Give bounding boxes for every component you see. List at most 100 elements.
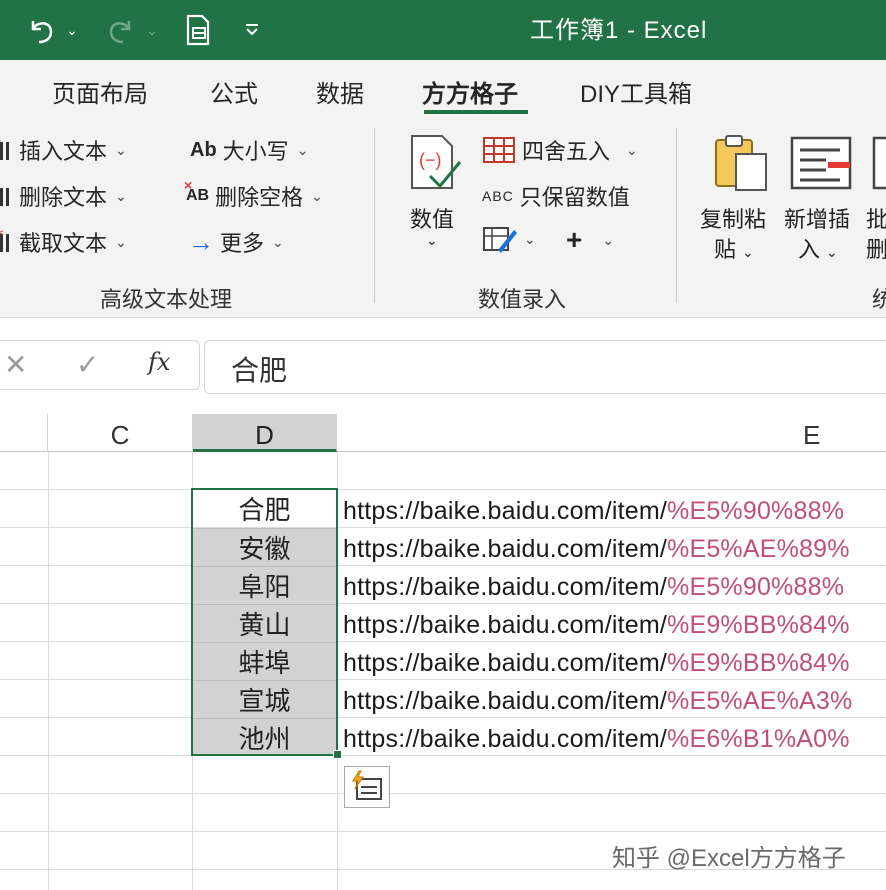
flash-fill-icon	[352, 770, 382, 800]
cell-e-3[interactable]: https://baike.baidu.com/item/%E5%90%88%	[343, 566, 886, 604]
chevron-down-icon: ⌄	[826, 244, 838, 260]
tab-formulas[interactable]: 公式	[210, 74, 258, 109]
keep-values-label: 只保留数值	[519, 185, 630, 210]
group-label-partial: 统	[872, 287, 886, 312]
chevron-down-icon: ⌄	[296, 141, 309, 158]
more-label: 更多	[220, 231, 265, 256]
insert-new-label-2: 入 ⌄	[798, 232, 838, 264]
url-encoded: %E9%BB%84%	[667, 611, 850, 639]
insert-new-label-line2: 入	[798, 237, 821, 262]
batch-label-2: 删	[866, 237, 886, 262]
case-icon: Ab	[190, 138, 217, 161]
insert-new-button[interactable]: 新增插 入 ⌄	[782, 132, 862, 282]
keep-values-button[interactable]: ABC 只保留数值	[482, 180, 630, 212]
chevron-down-icon: ⌄	[426, 232, 438, 248]
batch-button[interactable]: 批 删	[866, 132, 886, 282]
insert-rows-icon	[790, 136, 852, 190]
insert-text-icon: +	[0, 134, 9, 160]
chevron-down-icon: ⌄	[272, 233, 284, 250]
copy-paste-button[interactable]: 复制粘 贴 ⌄	[700, 132, 780, 282]
cell-e-5[interactable]: https://baike.baidu.com/item/%E9%BB%84%	[343, 642, 886, 680]
tab-data[interactable]: 数据	[316, 74, 364, 109]
undo-dropdown-icon[interactable]: ⌄	[64, 0, 80, 60]
chevron-down-icon: ⌄	[626, 141, 638, 158]
cell-e-7[interactable]: https://baike.baidu.com/item/%E6%B1%A0%	[343, 718, 886, 756]
copy-paste-label: 复制粘	[700, 207, 767, 232]
value-button[interactable]: (−) 数值 ⌄	[406, 132, 466, 262]
grid-red-icon	[483, 137, 515, 163]
cell-e-2[interactable]: https://baike.baidu.com/item/%E5%AE%89%	[343, 528, 886, 566]
redo-icon[interactable]	[104, 0, 140, 60]
url-encoded: %E5%AE%89%	[667, 535, 850, 563]
gridline	[0, 831, 886, 832]
svg-text:(−): (−)	[419, 150, 442, 170]
copy-paste-label-2: 贴 ⌄	[714, 232, 754, 264]
flash-fill-options-button[interactable]	[344, 766, 390, 808]
title-bar: ⌄ ⌄ 工作簿1 - Excel	[0, 0, 886, 60]
enter-icon[interactable]: ✓	[76, 348, 99, 381]
column-header-d[interactable]: D	[193, 414, 337, 452]
formula-input[interactable]: 合肥	[204, 340, 886, 394]
round-button[interactable]: 四舍五入 ⌄	[482, 134, 638, 166]
add-button[interactable]: + ⌄	[566, 224, 614, 256]
chevron-down-icon: ⌄	[115, 141, 127, 158]
insert-text-button[interactable]: + 插入文本 ⌄	[0, 134, 127, 166]
cell-e-6[interactable]: https://baike.baidu.com/item/%E5%AE%A3%	[343, 680, 886, 718]
customize-qat-icon[interactable]	[240, 0, 264, 60]
arrow-right-icon: →	[188, 226, 214, 257]
url-prefix: https://baike.baidu.com/item/	[343, 725, 668, 753]
plus-icon: +	[566, 224, 583, 255]
copy-paste-label-line2: 贴	[714, 237, 737, 262]
delete-space-button[interactable]: × AB 删除空格 ⌄	[184, 177, 323, 212]
delete-text-label: 删除文本	[19, 185, 108, 210]
undo-icon[interactable]	[22, 0, 58, 60]
gridline	[0, 793, 886, 794]
extract-text-icon: ✂	[0, 226, 9, 252]
url-prefix: https://baike.baidu.com/item/	[343, 573, 668, 601]
fill-handle[interactable]	[333, 750, 342, 759]
url-encoded: %E5%90%88%	[667, 497, 845, 525]
more-button[interactable]: → 更多 ⌄	[188, 226, 284, 258]
tab-fangfange[interactable]: 方方格子	[422, 74, 518, 109]
tab-diy-toolbox[interactable]: DIY工具箱	[580, 74, 692, 109]
cell-e-1[interactable]: https://baike.baidu.com/item/%E5%90%88%	[343, 490, 886, 528]
insert-new-label: 新增插	[784, 207, 851, 232]
delete-text-icon: ×	[0, 180, 9, 206]
table-edit-icon	[483, 227, 517, 253]
gridline	[48, 452, 49, 890]
case-label: 大小写	[222, 139, 289, 164]
chevron-down-icon: ⌄	[742, 244, 754, 260]
url-prefix: https://baike.baidu.com/item/	[343, 535, 668, 563]
url-encoded: %E6%B1%A0%	[667, 725, 850, 753]
batch-icon	[872, 136, 886, 190]
edit-table-button[interactable]: ⌄	[482, 224, 536, 254]
column-header-b-partial[interactable]	[0, 414, 48, 452]
abc-icon: ABC	[482, 188, 514, 204]
column-header-c[interactable]: C	[48, 414, 193, 452]
round-label: 四舍五入	[522, 139, 611, 164]
delete-text-button[interactable]: × 删除文本 ⌄	[0, 180, 127, 212]
extract-text-button[interactable]: ✂ 截取文本 ⌄	[0, 226, 127, 258]
url-encoded: %E5%90%88%	[667, 573, 845, 601]
print-preview-icon[interactable]	[180, 0, 216, 60]
insert-function-icon[interactable]: fx	[148, 348, 170, 376]
url-prefix: https://baike.baidu.com/item/	[343, 497, 668, 525]
cell-e-4[interactable]: https://baike.baidu.com/item/%E9%BB%84%	[343, 604, 886, 642]
insert-text-label: 插入文本	[19, 139, 108, 164]
delete-space-label: 删除空格	[215, 185, 304, 210]
url-prefix: https://baike.baidu.com/item/	[343, 611, 668, 639]
group-divider	[374, 128, 375, 303]
value-icon: (−)	[411, 135, 462, 189]
column-header-e[interactable]: E	[337, 414, 886, 452]
selection-border	[191, 488, 338, 756]
case-button[interactable]: Ab 大小写 ⌄	[190, 134, 308, 166]
cancel-icon[interactable]: ✕	[4, 348, 27, 381]
watermark: 知乎 @Excel方方格子	[612, 845, 846, 872]
url-prefix: https://baike.baidu.com/item/	[343, 649, 668, 677]
redo-dropdown-icon[interactable]: ⌄	[144, 0, 160, 60]
clipboard-icon	[715, 135, 767, 191]
active-tab-underline	[424, 110, 528, 114]
chevron-down-icon: ⌄	[524, 230, 536, 247]
tab-page-layout[interactable]: 页面布局	[52, 74, 148, 109]
group-label-number: 数值录入	[478, 287, 567, 312]
